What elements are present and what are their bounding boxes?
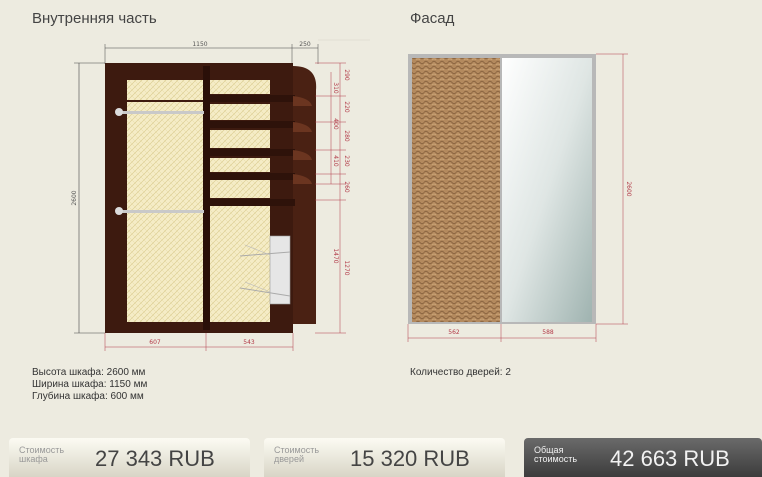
- inner-wardrobe-drawing: 1150 250 2600 290 310 220 400 280 410 23…: [71, 39, 370, 351]
- side-dim-4: 400: [332, 118, 339, 130]
- cabinet-cost-label: Стоимость шкафа: [19, 446, 64, 464]
- total-cost-bar: Общая стоимость 42 663 RUB: [524, 438, 762, 477]
- spec-width: Ширина шкафа: 1150 мм: [32, 379, 148, 390]
- side-dim-8: 260: [343, 181, 350, 193]
- side-dim-2: 310: [332, 82, 339, 94]
- doors-cost-value: 15 320 RUB: [350, 446, 470, 471]
- total-cost-value: 42 663 RUB: [610, 446, 730, 471]
- top-width-dim: 1150: [192, 41, 207, 48]
- cabinet-cost-value: 27 343 RUB: [95, 446, 215, 471]
- total-cost-label: Общая стоимость: [534, 446, 577, 464]
- side-dim-3: 220: [343, 101, 350, 113]
- bottom-dim-left: 607: [149, 339, 161, 346]
- facade-dim-left: 562: [448, 329, 460, 336]
- side-dim-7: 230: [343, 155, 350, 167]
- facade-height-dim: 2600: [625, 181, 632, 196]
- doors-cost-label: Стоимость дверей: [274, 446, 319, 464]
- drawings-canvas: 1150 250 2600 290 310 220 400 280 410 23…: [71, 39, 632, 351]
- cabinet-cost-bar: Стоимость шкафа 27 343 RUB: [9, 438, 250, 477]
- doors-cost-label-line2: дверей: [274, 454, 304, 464]
- doors-cost-bar: Стоимость дверей 15 320 RUB: [264, 438, 505, 477]
- total-cost-label-line2: стоимость: [534, 454, 578, 464]
- bottom-dim-right: 543: [243, 339, 255, 346]
- cabinet-cost-label-line2: шкафа: [19, 454, 48, 464]
- spec-depth: Глубина шкафа: 600 мм: [32, 391, 144, 402]
- side-dim-5: 280: [343, 130, 350, 142]
- top-depth-dim: 250: [299, 41, 311, 48]
- doors-count: Количество дверей: 2: [410, 367, 511, 378]
- facade-door-mirror: [502, 58, 592, 322]
- inner-height-dim: 2600: [71, 190, 78, 205]
- facade-drawing: 2600 562 588: [407, 53, 632, 342]
- side-dim-10: 1270: [343, 260, 350, 275]
- facade-door-rattan: [412, 58, 500, 322]
- wardrobe-specs: Высота шкафа: 2600 мм Ширина шкафа: 1150…: [32, 367, 147, 403]
- side-dim-1: 290: [343, 69, 350, 81]
- spec-height: Высота шкафа: 2600 мм: [32, 367, 146, 378]
- side-dim-9: 1470: [332, 248, 339, 263]
- facade-dim-right: 588: [542, 329, 554, 336]
- side-dim-6: 410: [332, 155, 339, 167]
